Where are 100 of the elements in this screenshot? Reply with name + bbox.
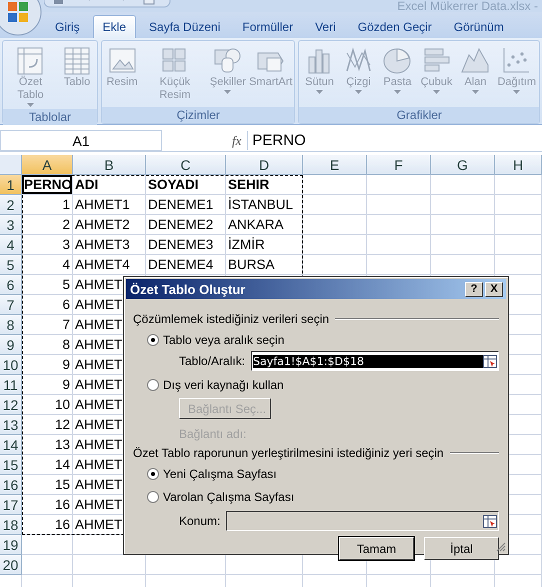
- empty-cell: [303, 255, 367, 275]
- ribbon-tab[interactable]: Veri: [306, 16, 345, 38]
- empty-cell: [431, 255, 495, 275]
- empty-cell: [431, 235, 495, 255]
- radio-button[interactable]: [147, 334, 159, 346]
- row-header[interactable]: 20: [0, 555, 22, 575]
- caret-icon: [472, 90, 479, 94]
- empty-cell: [367, 195, 431, 215]
- row-header[interactable]: 2: [0, 195, 22, 215]
- ribbon-tab[interactable]: Gözden Geçir: [348, 16, 441, 38]
- row-header[interactable]: 3: [0, 215, 22, 235]
- empty-cell: [367, 235, 431, 255]
- row-header[interactable]: 14: [0, 435, 22, 455]
- row-header[interactable]: 1: [0, 175, 22, 195]
- row-header[interactable]: 18: [0, 515, 22, 535]
- row-header[interactable]: 6: [0, 275, 22, 295]
- table-cell: 15: [22, 475, 73, 495]
- table-cell: ANKARA: [226, 215, 303, 235]
- empty-cell: [367, 215, 431, 235]
- caret-icon: [513, 90, 520, 94]
- name-box[interactable]: A1: [0, 130, 162, 151]
- group-label: Tablolar: [3, 109, 98, 125]
- table-cell: 10: [22, 395, 73, 415]
- empty-cell: [495, 175, 542, 195]
- ribbon-tab[interactable]: Görünüm: [444, 16, 513, 38]
- table-cell: 2: [22, 215, 73, 235]
- empty-cell: [495, 195, 542, 215]
- column-header[interactable]: G: [431, 155, 495, 175]
- column-header[interactable]: D: [226, 155, 303, 175]
- empty-cell: [495, 255, 542, 275]
- table-cell: 9: [22, 375, 73, 395]
- table-cell: İZMİR: [226, 235, 303, 255]
- input-field[interactable]: [226, 511, 499, 531]
- ribbon-tab[interactable]: Ekle: [92, 15, 136, 38]
- caret-icon: [224, 90, 232, 94]
- row-header[interactable]: 7: [0, 295, 22, 315]
- row-header[interactable]: 10: [0, 355, 22, 375]
- column-header[interactable]: C: [146, 155, 226, 175]
- row-header[interactable]: 9: [0, 335, 22, 355]
- close-button[interactable]: X: [485, 282, 503, 296]
- caret-icon: [394, 90, 401, 94]
- input-field[interactable]: Sayfa1!$A$1:$D$18: [251, 351, 499, 371]
- row-header[interactable]: 4: [0, 235, 22, 255]
- table-cell: 1: [22, 195, 73, 215]
- dialog-title-bar: Özet Tablo Oluştur ? X: [126, 279, 506, 299]
- row-header[interactable]: 15: [0, 455, 22, 475]
- ribbon-tab[interactable]: Giriş: [46, 16, 89, 38]
- insert-function-button[interactable]: fx: [232, 132, 242, 148]
- table-cell: DENEME4: [146, 255, 226, 275]
- radio-button[interactable]: [147, 468, 159, 480]
- radio-button[interactable]: [147, 379, 159, 391]
- row-header[interactable]: 5: [0, 255, 22, 275]
- table-cell: 12: [22, 415, 73, 435]
- field-label: Tablo/Aralık:: [179, 354, 246, 368]
- formula-field[interactable]: PERNO: [247, 131, 542, 150]
- table-cell: AHMET3: [73, 235, 146, 255]
- row-header[interactable]: 8: [0, 315, 22, 335]
- table-cell: DENEME2: [146, 215, 226, 235]
- empty-cell: [303, 235, 367, 255]
- help-button[interactable]: ?: [465, 282, 483, 296]
- range-picker-icon[interactable]: [483, 354, 497, 368]
- empty-cell: [431, 215, 495, 235]
- table-cell: AHMET4: [73, 255, 146, 275]
- table-cell: 4: [22, 255, 73, 275]
- row-header[interactable]: 11: [0, 375, 22, 395]
- ribbon-tab[interactable]: Sayfa Düzeni: [140, 16, 230, 38]
- row-header[interactable]: 16: [0, 475, 22, 495]
- table-cell: 16: [22, 495, 73, 515]
- empty-cell: [303, 175, 367, 195]
- caret-icon: [354, 90, 362, 94]
- dialog-button[interactable]: Tamam: [339, 537, 414, 560]
- dialog-button[interactable]: İptal: [424, 537, 499, 560]
- empty-cell: [303, 215, 367, 235]
- column-header[interactable]: E: [303, 155, 367, 175]
- row-header[interactable]: 17: [0, 495, 22, 515]
- radio-button[interactable]: [147, 491, 159, 503]
- table-cell: 13: [22, 435, 73, 455]
- column-header[interactable]: H: [495, 155, 542, 175]
- table-cell: SOYADI: [146, 175, 226, 195]
- column-header[interactable]: A: [22, 155, 73, 175]
- table-cell: SEHIR: [226, 175, 303, 195]
- column-header[interactable]: F: [367, 155, 431, 175]
- row-header[interactable]: 19: [0, 535, 22, 555]
- table-cell: 7: [22, 315, 73, 335]
- window-title: Excel Mükerrer Data.xlsx -: [397, 0, 538, 12]
- table-cell: BURSA: [226, 255, 303, 275]
- radio-label[interactable]: Yeni Çalışma Sayfası: [163, 467, 277, 481]
- row-header[interactable]: 12: [0, 395, 22, 415]
- radio-label[interactable]: Dış veri kaynağı kullan: [163, 378, 284, 392]
- resize-grip-icon[interactable]: [495, 541, 506, 552]
- row-header[interactable]: 13: [0, 415, 22, 435]
- radio-label[interactable]: Varolan Çalışma Sayfası: [163, 490, 294, 504]
- table-cell: ADI: [73, 175, 146, 195]
- radio-label[interactable]: Tablo veya aralık seçin: [163, 333, 284, 347]
- table-cell: AHMET2: [73, 215, 146, 235]
- caret-icon: [432, 90, 440, 94]
- table-cell: 3: [22, 235, 73, 255]
- ribbon-tab[interactable]: Formüller: [233, 16, 302, 38]
- range-picker-icon[interactable]: [483, 514, 497, 528]
- column-header[interactable]: B: [73, 155, 146, 175]
